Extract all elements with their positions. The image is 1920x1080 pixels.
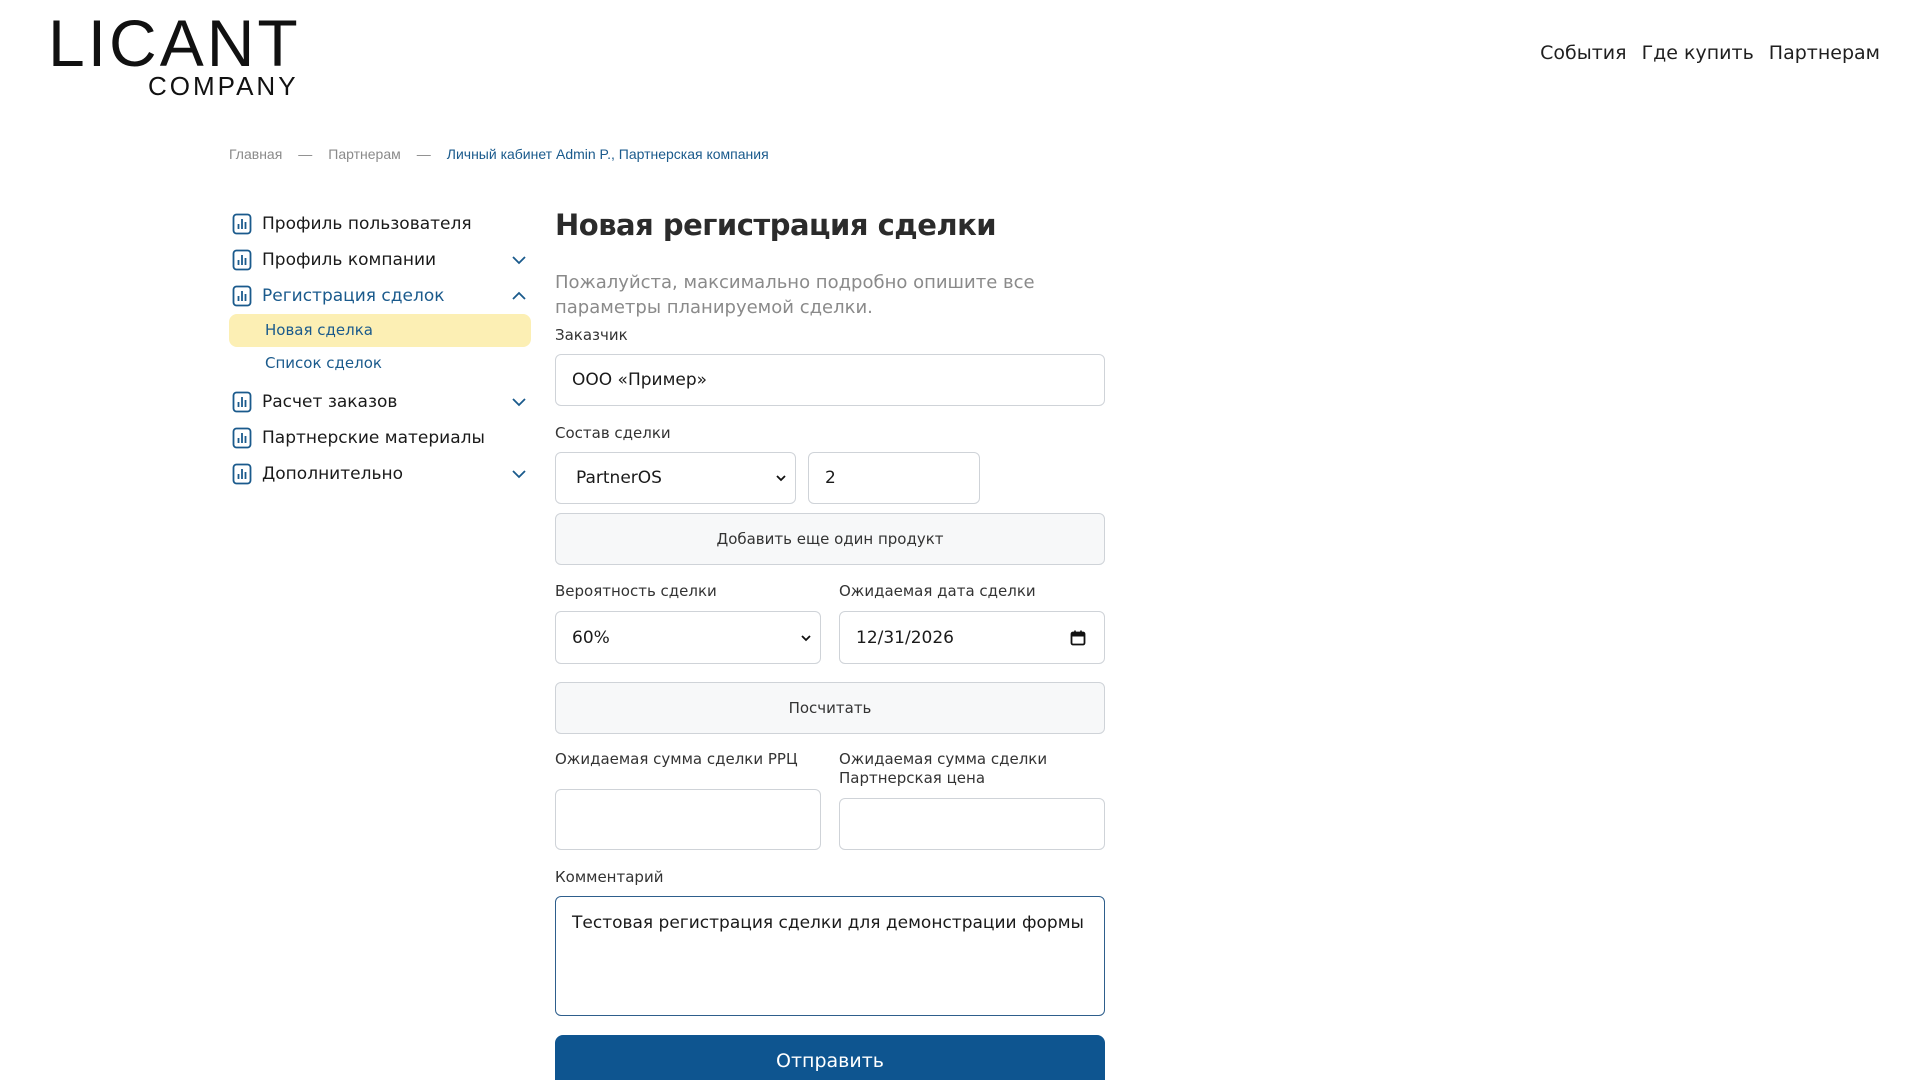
breadcrumb-separator: — [416, 146, 431, 162]
product-select[interactable]: PartnerOS [555, 452, 796, 504]
add-product-button[interactable]: Добавить еще один продукт [555, 513, 1105, 565]
form-intro: Пожалуйста, максимально подробно опишите… [555, 272, 1035, 318]
calculate-button[interactable]: Посчитать [555, 682, 1105, 734]
logo-main-text: LICANT [48, 6, 301, 80]
sidebar: Профиль пользователя Профиль компании Ре… [229, 206, 531, 492]
customer-label: Заказчик [555, 326, 628, 344]
probability-label: Вероятность сделки [555, 582, 717, 600]
chevron-down-icon[interactable] [511, 253, 527, 267]
bar-chart-doc-icon [232, 463, 252, 485]
date-value: 12/31/2026 [856, 627, 954, 648]
comment-label: Комментарий [555, 868, 664, 886]
comment-value: Тестовая регистрация сделки для демонстр… [572, 913, 1084, 933]
sidebar-item-order-calc[interactable]: Расчет заказов [229, 384, 531, 420]
sidebar-item-user-profile[interactable]: Профиль пользователя [229, 206, 531, 242]
nav-partners[interactable]: Партнерам [1769, 42, 1880, 64]
quantity-value: 2 [825, 468, 836, 488]
partner-price-amount-input[interactable] [839, 798, 1105, 850]
sidebar-item-additional[interactable]: Дополнительно [229, 456, 531, 492]
partner-price-label: Ожидаемая сумма сделки Партнерская цена [839, 750, 1048, 787]
nav-events[interactable]: События [1540, 42, 1626, 64]
chevron-up-icon[interactable] [511, 289, 527, 303]
quantity-input[interactable]: 2 [808, 452, 980, 504]
comment-textarea[interactable]: Тестовая регистрация сделки для демонстр… [555, 896, 1105, 1016]
sidebar-item-label: Расчет заказов [262, 392, 398, 412]
sidebar-item-label: Дополнительно [262, 464, 403, 484]
sidebar-subitem-new-deal[interactable]: Новая сделка [229, 314, 531, 347]
sidebar-item-deal-registration[interactable]: Регистрация сделок [229, 278, 531, 314]
chevron-down-icon[interactable] [511, 395, 527, 409]
chevron-down-icon[interactable] [511, 467, 527, 481]
logo[interactable]: LICANT COMPANY [48, 10, 308, 105]
product-value: PartnerOS [576, 468, 662, 488]
customer-input[interactable]: ООО «Пример» [555, 354, 1105, 406]
calendar-icon[interactable] [1070, 630, 1086, 646]
bar-chart-doc-icon [232, 213, 252, 235]
nav-where-to-buy[interactable]: Где купить [1642, 42, 1754, 64]
bar-chart-doc-icon [232, 427, 252, 449]
sidebar-item-company-profile[interactable]: Профиль компании [229, 242, 531, 278]
logo-sub-text: COMPANY [148, 71, 299, 101]
sidebar-item-label: Профиль пользователя [262, 214, 472, 234]
bar-chart-doc-icon [232, 391, 252, 413]
top-nav: События Где купить Партнерам [1540, 42, 1880, 64]
breadcrumb-current: Личный кабинет Admin P., Партнерская ком… [446, 146, 769, 162]
customer-value: ООО «Пример» [572, 370, 708, 390]
breadcrumb: Главная — Партнерам — Личный кабинет Adm… [229, 146, 769, 162]
probability-select[interactable]: 60% [555, 611, 821, 664]
submit-button[interactable]: Отправить [555, 1035, 1105, 1080]
bar-chart-doc-icon [232, 285, 252, 307]
probability-value: 60% [572, 627, 610, 648]
page-title: Новая регистрация сделки [555, 208, 997, 242]
bar-chart-doc-icon [232, 249, 252, 271]
chevron-down-icon [776, 475, 786, 482]
sidebar-item-label: Регистрация сделок [262, 286, 445, 306]
sidebar-subitem-deal-list[interactable]: Список сделок [229, 347, 531, 380]
rrp-amount-input[interactable] [555, 789, 821, 850]
chevron-down-icon [801, 634, 811, 641]
date-label: Ожидаемая дата сделки [839, 582, 1036, 600]
composition-label: Состав сделки [555, 424, 671, 442]
sidebar-item-partner-materials[interactable]: Партнерские материалы [229, 420, 531, 456]
rrp-label: Ожидаемая сумма сделки РРЦ [555, 750, 798, 768]
sidebar-item-label: Профиль компании [262, 250, 437, 270]
sidebar-item-label: Партнерские материалы [262, 428, 485, 448]
breadcrumb-home[interactable]: Главная [229, 146, 282, 162]
breadcrumb-partners[interactable]: Партнерам [328, 146, 400, 162]
date-input[interactable]: 12/31/2026 [839, 611, 1105, 664]
breadcrumb-separator: — [298, 146, 313, 162]
